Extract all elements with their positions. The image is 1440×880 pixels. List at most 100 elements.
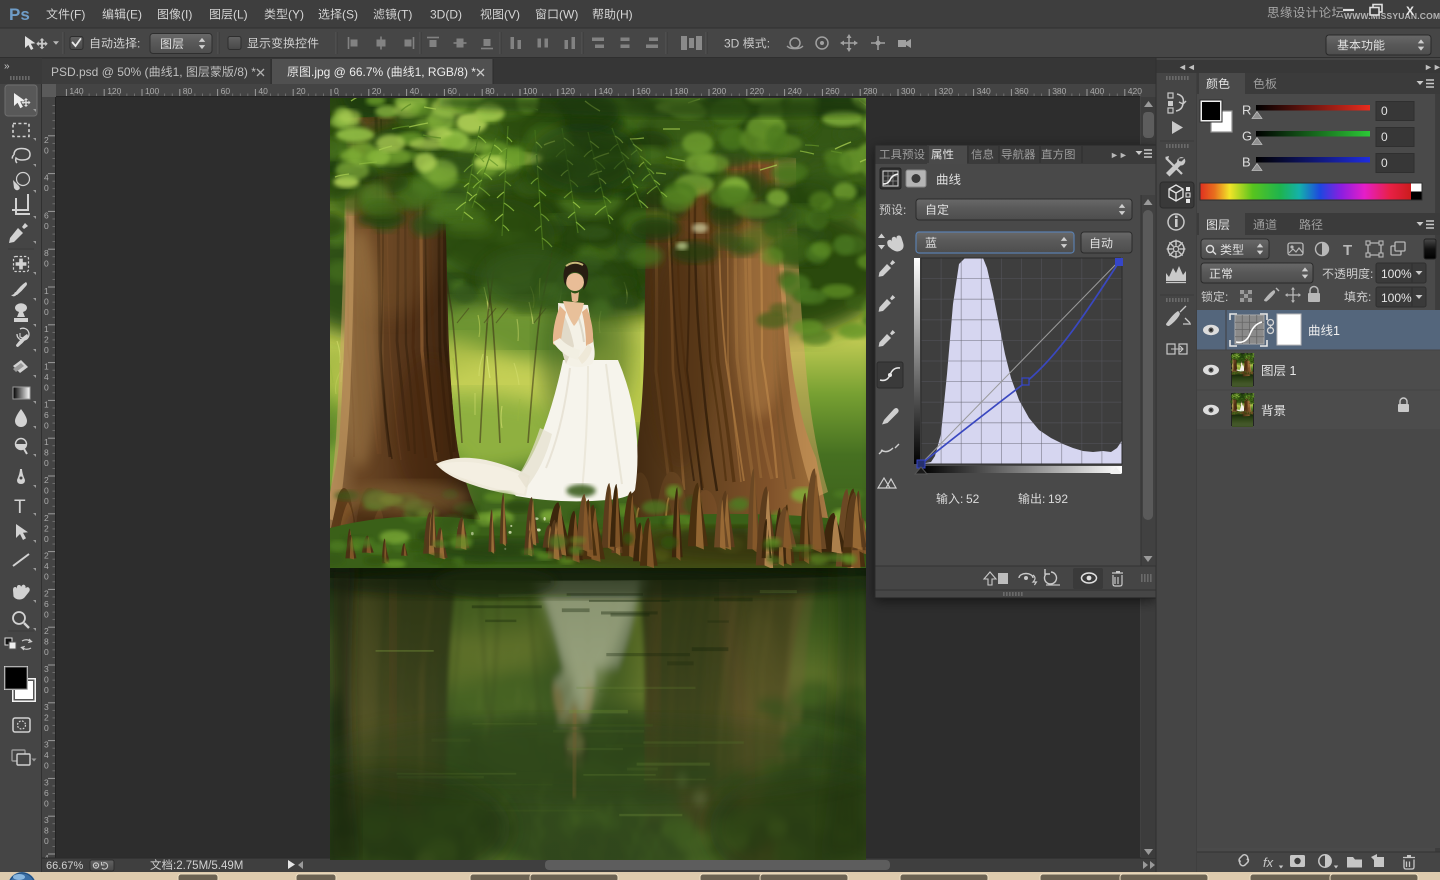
svg-text:6: 6 [44,599,49,609]
svg-text:(I): (I) [181,8,192,22]
svg-text:►►: ►► [1424,62,1440,72]
svg-text:fx: fx [1263,855,1274,870]
svg-text:4: 4 [44,750,49,760]
svg-text:0: 0 [44,675,49,685]
svg-text:0: 0 [44,572,49,582]
svg-text:8: 8 [44,826,49,836]
svg-text::: : [767,37,770,51]
svg-text:R: R [1242,103,1251,118]
svg-text:0: 0 [44,534,49,544]
svg-text::: : [960,492,963,506]
svg-text:8: 8 [44,448,49,458]
svg-text:0: 0 [44,761,49,771]
svg-text:0: 0 [44,458,49,468]
svg-text:2: 2 [44,334,49,344]
svg-text::: : [903,203,906,217]
svg-text:3: 3 [44,777,49,787]
svg-text:2: 2 [44,475,49,485]
svg-text:6: 6 [44,788,49,798]
svg-text:0: 0 [44,183,49,193]
svg-text:1: 1 [1286,364,1296,378]
svg-text:(W): (W) [559,8,578,22]
svg-text:0: 0 [1381,130,1388,144]
svg-text:◄◄: ◄◄ [1178,62,1196,72]
svg-text:1: 1 [44,399,49,409]
svg-text:2: 2 [44,135,49,145]
svg-text:(H): (H) [616,8,633,22]
svg-text:0: 0 [44,685,49,695]
svg-text:G: G [1242,129,1252,144]
svg-text::: : [1368,290,1371,304]
svg-text:(L): (L) [233,8,248,22]
svg-text:3D: 3D [724,37,743,51]
svg-text:100%: 100% [1381,267,1412,281]
svg-text:0: 0 [44,647,49,657]
svg-text:3: 3 [44,664,49,674]
svg-text:100%: 100% [1381,291,1412,305]
svg-text::: : [137,37,140,51]
svg-text:1: 1 [1333,324,1340,338]
svg-text:0: 0 [44,345,49,355]
svg-text::: : [1370,267,1373,281]
svg-text:0: 0 [44,297,49,307]
svg-text:4: 4 [44,173,49,183]
svg-text:66.67%: 66.67% [46,860,84,872]
svg-text:192: 192 [1048,492,1068,506]
svg-text::: : [1225,290,1228,304]
svg-text:8: 8 [44,637,49,647]
svg-text:PSD.psd @ 50% (: PSD.psd @ 50% ( [51,65,149,79]
svg-text::: : [1042,492,1045,506]
svg-text:52: 52 [966,492,980,506]
svg-text:1: 1 [44,362,49,372]
svg-text:X: X [1406,4,1414,18]
svg-text:(E): (E) [126,8,142,22]
svg-text:3: 3 [44,702,49,712]
svg-text:(T): (T) [397,8,412,22]
svg-text:0: 0 [1381,104,1388,118]
svg-text:3: 3 [44,815,49,825]
svg-text:0: 0 [44,798,49,808]
svg-text:2: 2 [44,523,49,533]
svg-text:0: 0 [44,259,49,269]
svg-text:0: 0 [1381,156,1388,170]
svg-text:Ps: Ps [9,5,30,24]
svg-text:0: 0 [44,723,49,733]
svg-text:0: 0 [44,420,49,430]
svg-text:/8) *: /8) * [234,65,256,79]
svg-text:►►: ►► [1110,150,1128,160]
svg-text:2: 2 [44,551,49,561]
svg-text:6: 6 [44,210,49,220]
svg-text:.jpg @ 66.7% (: .jpg @ 66.7% ( [311,65,391,79]
svg-text:2: 2 [44,513,49,523]
svg-text:4: 4 [44,561,49,571]
svg-text:T: T [1343,242,1352,259]
svg-text:»: » [4,61,10,72]
svg-text:3D(D): 3D(D) [430,8,462,22]
svg-text:B: B [1242,155,1251,170]
svg-text:6: 6 [44,410,49,420]
svg-text:2: 2 [44,626,49,636]
svg-text:0: 0 [44,221,49,231]
svg-text:3: 3 [44,740,49,750]
svg-text:2: 2 [44,588,49,598]
svg-text:(V): (V) [504,8,520,22]
svg-text::2.75M/5.49M: :2.75M/5.49M [173,860,243,872]
svg-text:0: 0 [44,486,49,496]
svg-text:1: 1 [44,324,49,334]
svg-text:(Y): (Y) [288,8,304,22]
svg-text:0: 0 [44,496,49,506]
svg-text:T: T [14,497,26,518]
svg-text:4: 4 [44,372,49,382]
svg-text:WWW.MISSYUAN.COM: WWW.MISSYUAN.COM [1344,11,1440,21]
svg-text:(F): (F) [70,8,85,22]
svg-text:0: 0 [44,145,49,155]
svg-text:1: 1 [44,437,49,447]
svg-text:1,: 1, [173,65,186,79]
svg-text:0: 0 [44,307,49,317]
svg-text:(S): (S) [342,8,358,22]
svg-text:0: 0 [44,836,49,846]
svg-text:2: 2 [44,712,49,722]
svg-text:1, RGB/8) *: 1, RGB/8) * [415,65,477,79]
svg-text:1: 1 [44,286,49,296]
svg-text:0: 0 [44,383,49,393]
